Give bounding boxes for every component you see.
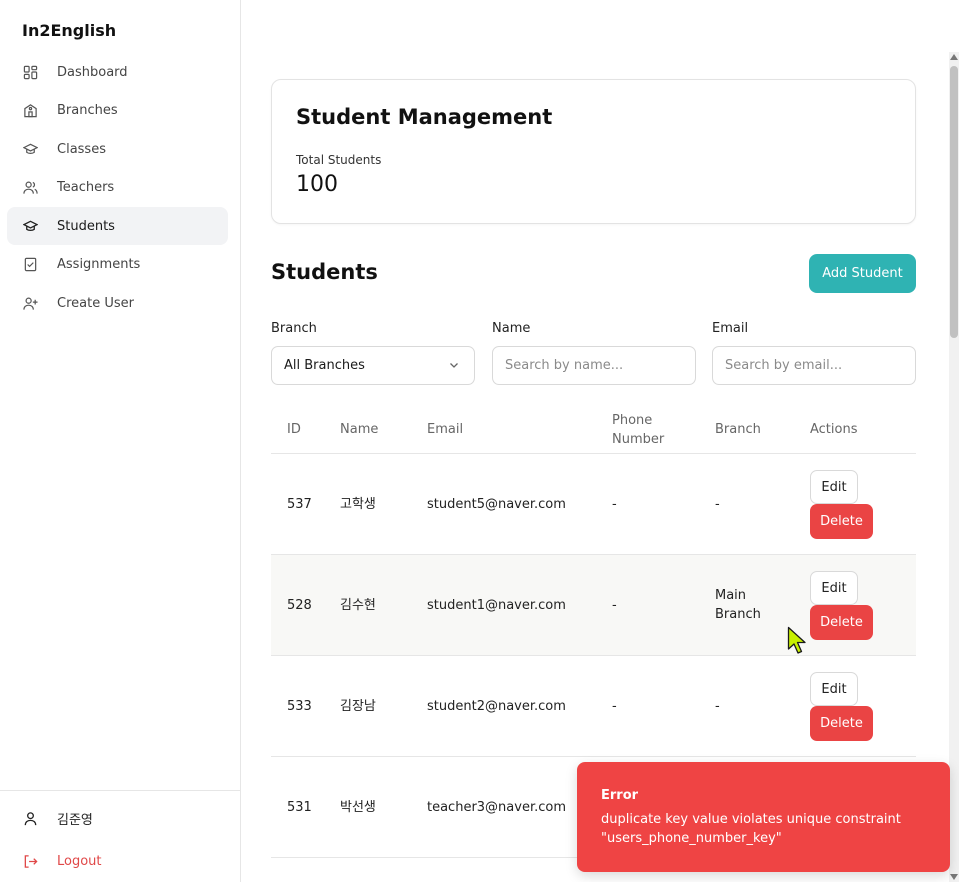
toast-title: Error — [601, 788, 639, 803]
cell-email: student5@naver.com — [427, 496, 566, 512]
sidebar-item-label: Classes — [57, 141, 106, 157]
column-header-id: ID — [287, 422, 301, 437]
branch-select[interactable]: All Branches — [271, 346, 475, 385]
table-header: ID Name Email Phone Number Branch Action… — [271, 405, 916, 454]
dashboard-icon — [22, 64, 38, 80]
cell-branch: - — [715, 698, 720, 714]
column-header-phone: Phone Number — [612, 412, 665, 447]
cell-id: 531 — [287, 799, 312, 815]
cell-branch: Main Branch — [715, 588, 761, 622]
sidebar-item-label: Students — [57, 218, 115, 234]
logout-button[interactable]: Logout — [22, 853, 102, 869]
sidebar-item-assignments[interactable]: Assignments — [7, 246, 228, 284]
users-icon — [22, 180, 38, 196]
scrollbar-thumb[interactable] — [950, 66, 958, 338]
graduation-cap-icon — [22, 218, 38, 234]
logout-label: Logout — [57, 853, 102, 869]
students-section-title: Students — [271, 260, 378, 284]
brand-logo[interactable]: In2English — [22, 21, 116, 40]
vertical-scrollbar[interactable] — [949, 52, 959, 882]
branch-select-value: All Branches — [284, 358, 365, 373]
cell-phone: - — [612, 597, 617, 613]
edit-button[interactable]: Edit — [810, 571, 858, 605]
mouse-cursor-icon — [787, 626, 806, 654]
cell-id: 533 — [287, 698, 312, 714]
cell-id: 537 — [287, 496, 312, 512]
summary-card: Student Management Total Students 100 — [271, 79, 916, 224]
main-content: Student Management Total Students 100 St… — [241, 0, 949, 882]
email-filter-label: Email — [712, 321, 749, 336]
cell-name: 고학생 — [340, 496, 376, 512]
sidebar-item-classes[interactable]: Classes — [7, 130, 228, 168]
toast-message: duplicate key value violates unique cons… — [601, 812, 901, 846]
edit-button[interactable]: Edit — [810, 672, 858, 706]
sidebar-item-label: Branches — [57, 103, 118, 118]
chevron-down-icon — [450, 363, 458, 368]
cell-id: 528 — [287, 597, 312, 613]
logout-icon — [22, 853, 38, 869]
table-row: 528 김수현 student1@naver.com - Main Branch… — [271, 555, 916, 656]
sidebar-footer: 김준영 Logout — [0, 790, 240, 869]
building-icon — [22, 103, 38, 119]
sidebar-item-label: Create User — [57, 295, 134, 311]
column-header-actions: Actions — [810, 422, 858, 437]
sidebar-item-teachers[interactable]: Teachers — [7, 169, 228, 207]
total-students-value: 100 — [296, 172, 338, 197]
cell-name: 김장남 — [340, 698, 376, 714]
user-name: 김준영 — [57, 813, 93, 828]
branch-filter-label: Branch — [271, 321, 317, 336]
sidebar-item-label: Teachers — [57, 180, 115, 195]
current-user[interactable]: 김준영 — [22, 809, 93, 828]
sidebar-item-label: Assignments — [57, 257, 141, 272]
edit-button[interactable]: Edit — [810, 470, 858, 504]
cell-email: student2@naver.com — [427, 698, 566, 714]
sidebar-item-label: Dashboard — [57, 64, 128, 80]
cell-phone: - — [612, 496, 617, 512]
sidebar-item-create-user[interactable]: Create User — [7, 284, 228, 322]
name-filter-label: Name — [492, 321, 531, 336]
name-search-input[interactable]: Search by name... — [492, 346, 696, 385]
app-window: In2English Dashboard Branches Classes Te… — [0, 0, 959, 882]
user-plus-icon — [22, 295, 38, 311]
user-icon — [22, 811, 38, 827]
clipboard-check-icon — [22, 257, 38, 273]
cell-branch: - — [715, 496, 720, 512]
sidebar-item-students[interactable]: Students — [7, 207, 228, 245]
total-students-label: Total Students — [296, 153, 382, 167]
sidebar-item-branches[interactable]: Branches — [7, 92, 228, 130]
graduation-cap-icon — [22, 141, 38, 157]
cell-email: student1@naver.com — [427, 597, 566, 613]
table-row: 537 고학생 student5@naver.com - - Edit Dele… — [271, 454, 916, 555]
email-search-input[interactable]: Search by email... — [712, 346, 916, 385]
sidebar: In2English Dashboard Branches Classes Te… — [0, 0, 241, 882]
scroll-down-arrow-icon[interactable] — [950, 874, 958, 880]
delete-button[interactable]: Delete — [810, 706, 873, 741]
error-toast[interactable]: Error duplicate key value violates uniqu… — [577, 762, 950, 872]
column-header-email: Email — [427, 422, 464, 437]
sidebar-nav: Dashboard Branches Classes Teachers Stud… — [7, 53, 228, 323]
column-header-name: Name — [340, 422, 379, 437]
add-student-button[interactable]: Add Student — [809, 254, 916, 293]
page-title: Student Management — [296, 105, 553, 129]
cell-name: 김수현 — [340, 597, 376, 613]
scroll-up-arrow-icon[interactable] — [950, 54, 958, 60]
delete-button[interactable]: Delete — [810, 504, 873, 539]
delete-button[interactable]: Delete — [810, 605, 873, 640]
cell-name: 박선생 — [340, 799, 376, 815]
column-header-branch: Branch — [715, 422, 761, 437]
table-row: 533 김장남 student2@naver.com - - Edit Dele… — [271, 656, 916, 757]
sidebar-item-dashboard[interactable]: Dashboard — [7, 53, 228, 91]
cell-phone: - — [612, 698, 617, 714]
cell-email: teacher3@naver.com — [427, 799, 567, 815]
